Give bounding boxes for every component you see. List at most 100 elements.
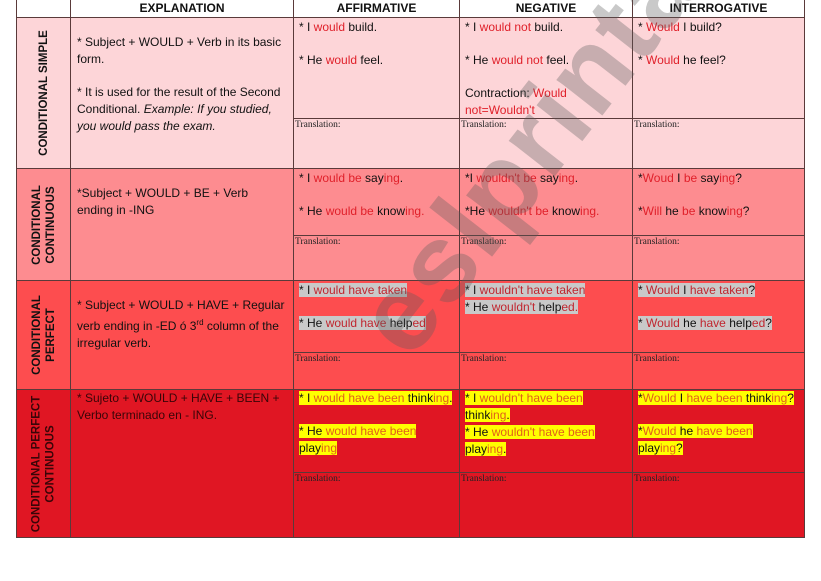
interrogative-conditional-simple: * Would I build? * Would he feel?	[633, 18, 805, 119]
translation-field[interactable]: Translation:	[633, 119, 805, 169]
explanation-text: * Subject + WOULD + Verb in its basic fo…	[77, 35, 282, 66]
interrogative-conditional-perfect-continuous: *Would I have been thinking? *Would he h…	[633, 390, 805, 473]
sentence-fragment: * I	[465, 20, 480, 34]
sentence-fragment: feel.	[543, 53, 570, 67]
sentence-fragment: wouldn't have been	[491, 425, 595, 439]
negative-conditional-continuous: *I wouldn't be saying. *He wouldn't be k…	[460, 169, 633, 236]
translation-field[interactable]: Translation:	[294, 119, 460, 169]
sentence-fragment: have been	[686, 391, 743, 405]
sentence-fragment: help	[386, 316, 413, 330]
sentence-fragment: have taken	[689, 283, 749, 297]
sentence-fragment: ?	[748, 283, 756, 297]
sentence-fragment: *He	[465, 204, 489, 218]
sentence-fragment: play	[299, 441, 322, 455]
explanation-text: *Subject + WOULD + BE + Verb ending in -…	[77, 186, 249, 217]
sentence-fragment: build.	[345, 20, 378, 34]
sentence-fragment: ing	[487, 442, 504, 456]
translation-field[interactable]: Translation:	[633, 236, 805, 281]
example-sentence: *He wouldn't be knowing.	[465, 203, 627, 220]
translation-field[interactable]: Translation:	[633, 473, 805, 538]
example-sentence: *I wouldn't be saying.	[465, 170, 627, 187]
sentence-fragment: ing.	[580, 204, 600, 218]
row-label: CONDITIONAL CONTINUOUS	[30, 185, 58, 265]
sentence-fragment: he feel?	[679, 53, 726, 67]
sentence-fragment: ing	[490, 408, 507, 422]
sentence-fragment: wouldn't be	[476, 171, 537, 185]
sentence-fragment: Contraction:	[465, 86, 534, 100]
example-sentence: * He would not feel.	[465, 52, 627, 69]
translation-field[interactable]: Translation:	[633, 353, 805, 390]
row-label-conditional-perfect: CONDITIONAL PERFECT	[16, 281, 71, 390]
conditional-tenses-table: EXPLANATION AFFIRMATIVE NEGATIVE INTERRO…	[16, 0, 805, 538]
translation-field[interactable]: Translation:	[460, 236, 633, 281]
sentence-fragment: wouldn't	[491, 300, 536, 314]
sentence-fragment: .	[574, 171, 579, 185]
translation-field[interactable]: Translation:	[294, 236, 460, 281]
translation-field[interactable]: Translation:	[460, 353, 633, 390]
sentence-fragment: would be	[325, 204, 374, 218]
row-label: CONDITIONAL PERFECT CONTINUOUS	[30, 395, 58, 532]
sentence-fragment: ?	[787, 391, 794, 405]
sentence-fragment: I build?	[679, 20, 722, 34]
sentence-fragment: ing	[660, 441, 677, 455]
example-sentence: * I would have been thinking.	[299, 390, 454, 407]
explanation-text: * Sujeto + WOULD + HAVE + BEEN + Verbo t…	[77, 391, 280, 422]
highlight: *Would he have been playing?	[638, 424, 753, 455]
sentence-fragment: I	[679, 283, 690, 297]
sentence-fragment: know	[695, 204, 727, 218]
sentence-fragment: I	[676, 391, 687, 405]
sentence-fragment: ed	[412, 316, 426, 330]
row-label: CONDITIONAL SIMPLE	[37, 30, 51, 156]
row-label-text: CONDITIONAL PERFECT	[30, 395, 43, 532]
sentence-fragment: would not	[479, 20, 532, 34]
sentence-fragment: ing	[726, 204, 743, 218]
sentence-fragment: would	[313, 20, 346, 34]
sentence-fragment: Would	[642, 391, 677, 405]
sentence-fragment: build.	[531, 20, 564, 34]
affirmative-conditional-continuous: * I would be saying. * He would be knowi…	[294, 169, 460, 236]
sentence-fragment: have been	[696, 424, 753, 438]
translation-field[interactable]: Translation:	[460, 119, 633, 169]
example-sentence: * He wouldn't have been playing.	[465, 424, 627, 458]
sentence-fragment: help	[535, 300, 562, 314]
row-label-conditional-perfect-continuous: CONDITIONAL PERFECT CONTINUOUS	[16, 390, 71, 538]
sentence-fragment: rd	[196, 318, 204, 327]
sentence-fragment: * I	[465, 283, 480, 297]
sentence-fragment: * I	[299, 20, 314, 34]
sentence-fragment: would not	[491, 53, 544, 67]
sentence-fragment: * I	[465, 391, 480, 405]
row-label-conditional-simple: CONDITIONAL SIMPLE	[16, 18, 71, 169]
example-sentence: * I would be saying.	[299, 170, 454, 187]
example-sentence: *Would I have been thinking?	[638, 390, 799, 407]
sentence-fragment: wouldn't have been	[479, 391, 583, 405]
header-affirmative: AFFIRMATIVE	[294, 0, 460, 18]
sentence-fragment: say	[361, 171, 384, 185]
translation-field[interactable]: Translation:	[460, 473, 633, 538]
interrogative-conditional-perfect: * Would I have taken? * Would he have he…	[633, 281, 805, 353]
sentence-fragment: wouldn't be	[488, 204, 549, 218]
sentence-fragment: * I	[299, 391, 314, 405]
sentence-fragment: .	[506, 408, 510, 422]
explanation-text: * Subject + WOULD + HAVE + Regular verb …	[77, 298, 285, 350]
translation-field[interactable]: Translation:	[294, 353, 460, 390]
sentence-fragment: ing	[771, 391, 788, 405]
sentence-fragment: Would	[646, 283, 680, 297]
sentence-fragment: play	[465, 442, 488, 456]
sentence-fragment: ?	[735, 171, 742, 185]
sentence-fragment: * He	[465, 53, 492, 67]
header-negative: NEGATIVE	[460, 0, 633, 18]
sentence-fragment: *	[638, 283, 647, 297]
sentence-fragment: say	[536, 171, 559, 185]
translation-field[interactable]: Translation:	[294, 473, 460, 538]
sentence-fragment: have	[699, 316, 726, 330]
explanation-conditional-simple: * Subject + WOULD + Verb in its basic fo…	[71, 18, 294, 169]
explanation-text-2: * It is used for the result of the Secon…	[77, 84, 287, 135]
sentence-fragment: * He	[299, 204, 326, 218]
highlight: * I would have taken	[299, 283, 408, 297]
row-label-text: PERFECT	[44, 308, 57, 362]
